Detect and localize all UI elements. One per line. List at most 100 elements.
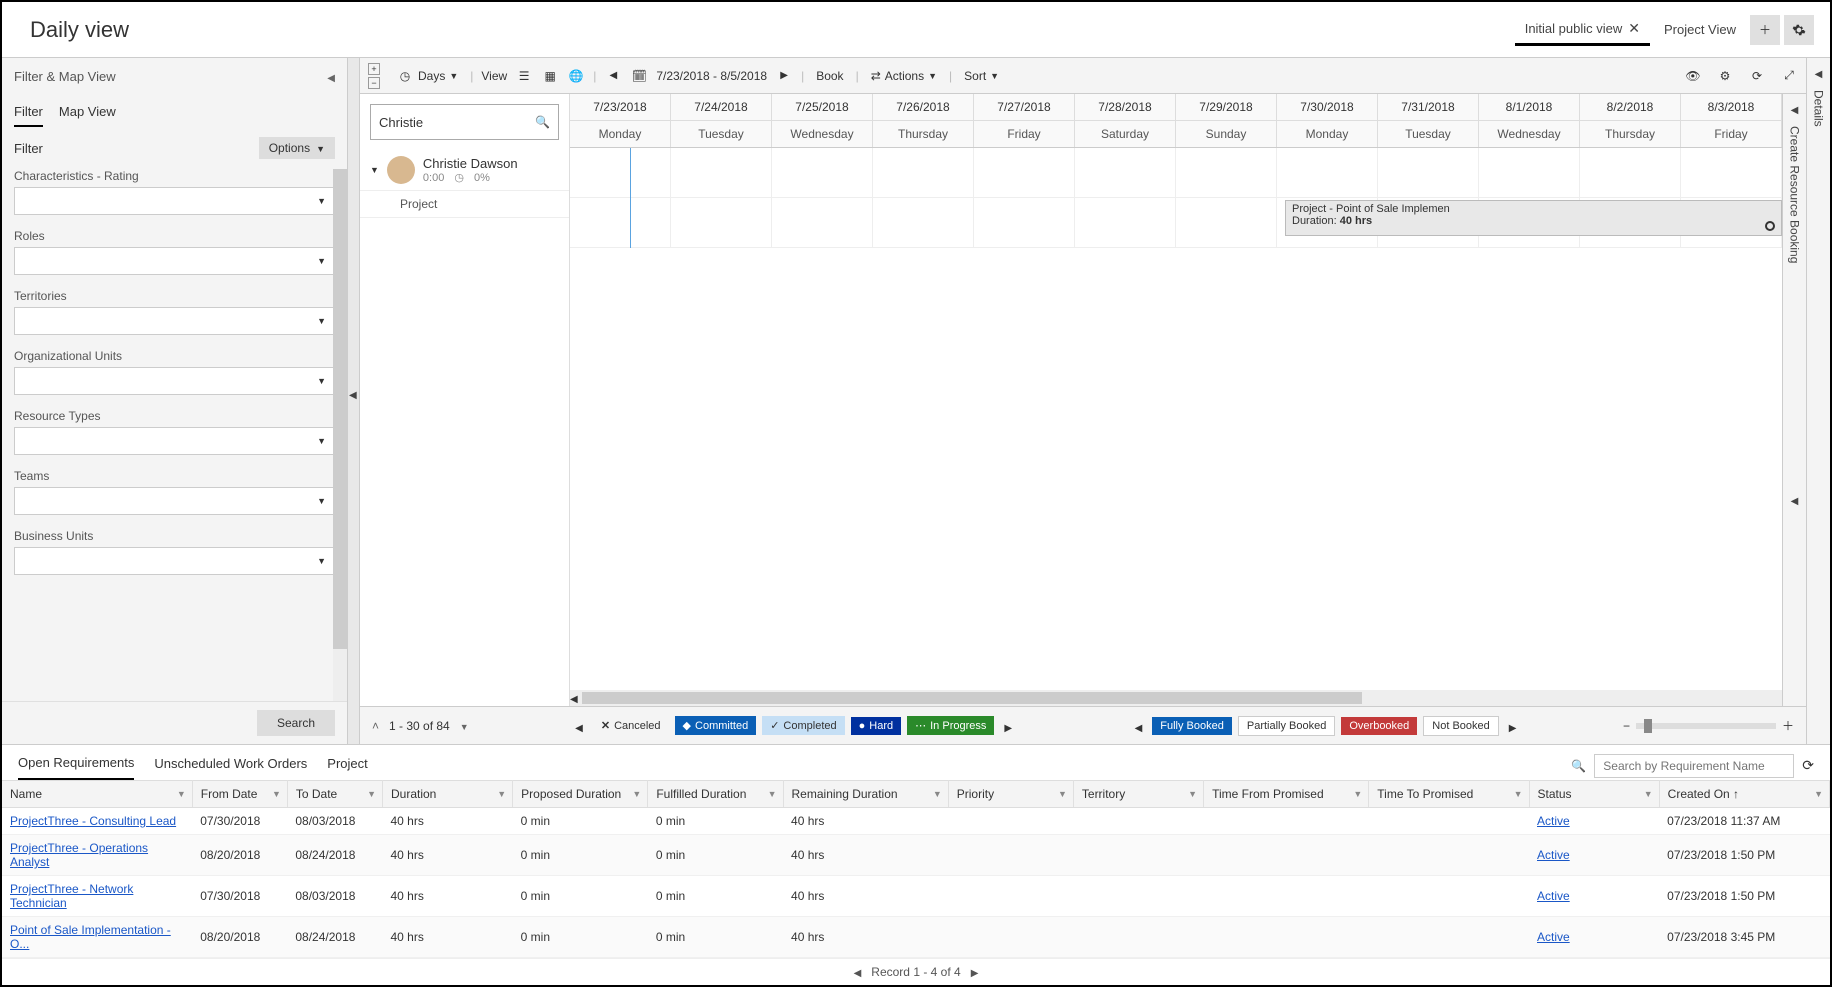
resource-search[interactable]: 🔍 (370, 104, 559, 140)
chevron-up-icon[interactable]: ˄ (372, 719, 379, 733)
requirement-link[interactable]: Point of Sale Implementation - O... (10, 923, 171, 951)
requirement-link[interactable]: ProjectThree - Operations Analyst (10, 841, 148, 869)
tab-open-requirements[interactable]: Open Requirements (18, 751, 134, 780)
booking-chip-partially[interactable]: Partially Booked (1238, 716, 1336, 736)
status-chip-inprogress[interactable]: ⋯In Progress (907, 716, 994, 735)
status-chip-committed[interactable]: ◆Committed (675, 716, 757, 735)
chevron-left-icon[interactable] (1791, 493, 1799, 507)
zoom-out-icon[interactable]: − (1623, 719, 1630, 733)
timescale-days[interactable]: ◷ Days (392, 65, 462, 87)
requirements-search-input[interactable] (1594, 754, 1794, 778)
scroll-left-icon[interactable] (570, 691, 578, 705)
chevron-down-icon[interactable] (1514, 789, 1523, 799)
chevron-down-icon[interactable] (370, 165, 379, 176)
table-row[interactable]: ProjectThree - Operations Analyst08/20/2… (2, 835, 1830, 876)
resourcetypes-select[interactable] (14, 427, 335, 455)
view-tab-initial[interactable]: Initial public view ✕ (1515, 14, 1650, 46)
column-header[interactable]: Duration (383, 781, 513, 808)
orgunits-select[interactable] (14, 367, 335, 395)
column-header[interactable]: Name (2, 781, 192, 808)
chevron-down-icon[interactable] (1353, 789, 1362, 799)
splitter[interactable] (348, 58, 360, 744)
status-link[interactable]: Active (1537, 848, 1570, 862)
legend-prev-icon[interactable] (571, 718, 587, 734)
chevron-down-icon[interactable] (460, 719, 469, 733)
status-link[interactable]: Active (1537, 814, 1570, 828)
booking-chip-over[interactable]: Overbooked (1341, 717, 1417, 735)
chevron-down-icon[interactable] (272, 789, 281, 799)
grid-cell[interactable] (1075, 148, 1176, 198)
tab-unscheduled-work-orders[interactable]: Unscheduled Work Orders (154, 752, 307, 779)
chevron-left-icon[interactable] (1815, 66, 1823, 80)
list-view-icon[interactable]: ☰ (515, 67, 533, 85)
teams-select[interactable] (14, 487, 335, 515)
options-button[interactable]: Options (259, 137, 335, 159)
calendar-icon[interactable]: 🗓 (630, 67, 648, 85)
date-range-label[interactable]: 7/23/2018 - 8/5/2018 (656, 69, 767, 83)
scroll-thumb[interactable] (582, 692, 1362, 704)
column-header[interactable]: Status (1529, 781, 1659, 808)
eye-icon[interactable]: 👁 (1684, 67, 1702, 85)
sort-button[interactable]: Sort (960, 67, 1003, 85)
grid-cell[interactable] (1176, 198, 1277, 248)
status-chip-hard[interactable]: ●Hard (851, 717, 902, 735)
grid-cell[interactable] (1378, 148, 1479, 198)
collapse-rows-icon[interactable]: − (368, 77, 380, 89)
grid-cell[interactable] (671, 198, 772, 248)
column-header[interactable]: To Date (287, 781, 382, 808)
grid-cell[interactable] (570, 148, 671, 198)
add-view-button[interactable]: ＋ (1750, 15, 1780, 45)
resource-search-input[interactable] (379, 115, 524, 130)
booking-block[interactable]: Project - Point of Sale Implemen Duratio… (1285, 200, 1782, 236)
grid-cell[interactable] (1479, 148, 1580, 198)
grid-cell[interactable] (1580, 148, 1681, 198)
search-icon[interactable]: 🔍 (535, 115, 550, 129)
column-header[interactable]: Priority (948, 781, 1073, 808)
grid-cell[interactable] (772, 148, 873, 198)
chevron-down-icon[interactable] (1814, 789, 1823, 799)
grid-cell[interactable] (671, 148, 772, 198)
book-button[interactable]: Book (812, 67, 847, 85)
zoom-in-icon[interactable]: ＋ (1782, 717, 1794, 734)
chevron-down-icon[interactable] (177, 789, 186, 799)
chevron-down-icon[interactable] (1058, 789, 1067, 799)
zoom-thumb[interactable] (1644, 719, 1652, 733)
sidebar-scroll-thumb[interactable] (333, 169, 347, 649)
refresh-icon[interactable]: ⟳ (1802, 757, 1814, 774)
fullscreen-icon[interactable]: ⤢ (1780, 67, 1798, 85)
grid-cell[interactable] (1075, 198, 1176, 248)
filter-search-button[interactable]: Search (257, 710, 335, 736)
tab-project[interactable]: Project (327, 752, 367, 779)
column-header[interactable]: Time From Promised (1204, 781, 1369, 808)
legend-next-icon[interactable] (1000, 718, 1016, 734)
booking-chip-fully[interactable]: Fully Booked (1152, 717, 1232, 735)
sidebar-tab-mapview[interactable]: Map View (59, 100, 116, 127)
grid-view-icon[interactable]: ▦ (541, 67, 559, 85)
chevron-down-icon[interactable] (632, 789, 641, 799)
grid-cell[interactable] (1176, 148, 1277, 198)
legend-next-icon[interactable] (1505, 718, 1521, 734)
expand-rows-icon[interactable]: + (368, 63, 380, 75)
territories-select[interactable] (14, 307, 335, 335)
grid-cell[interactable] (1681, 148, 1782, 198)
characteristics-select[interactable] (14, 187, 335, 215)
table-row[interactable]: Point of Sale Implementation - O...08/20… (2, 917, 1830, 958)
search-icon[interactable]: 🔍 (1571, 759, 1586, 773)
status-link[interactable]: Active (1537, 930, 1570, 944)
grid-cell[interactable] (974, 198, 1075, 248)
grid-cell[interactable] (1277, 148, 1378, 198)
gear-icon[interactable]: ⚙ (1716, 67, 1734, 85)
sidebar-scroll-track[interactable] (333, 169, 347, 701)
sidebar-tab-filter[interactable]: Filter (14, 100, 43, 127)
status-chip-completed[interactable]: ✓Completed (762, 716, 844, 735)
actions-button[interactable]: ⇄ Actions (867, 67, 941, 85)
details-label[interactable]: Details (1812, 90, 1826, 127)
booking-chip-not[interactable]: Not Booked (1423, 716, 1498, 736)
column-header[interactable]: Proposed Duration (513, 781, 648, 808)
collapse-sidebar-icon[interactable] (327, 68, 335, 84)
chevron-down-icon[interactable] (1188, 789, 1197, 799)
status-link[interactable]: Active (1537, 889, 1570, 903)
grid-cell[interactable] (974, 148, 1075, 198)
grid-cell[interactable] (772, 198, 873, 248)
businessunits-select[interactable] (14, 547, 335, 575)
